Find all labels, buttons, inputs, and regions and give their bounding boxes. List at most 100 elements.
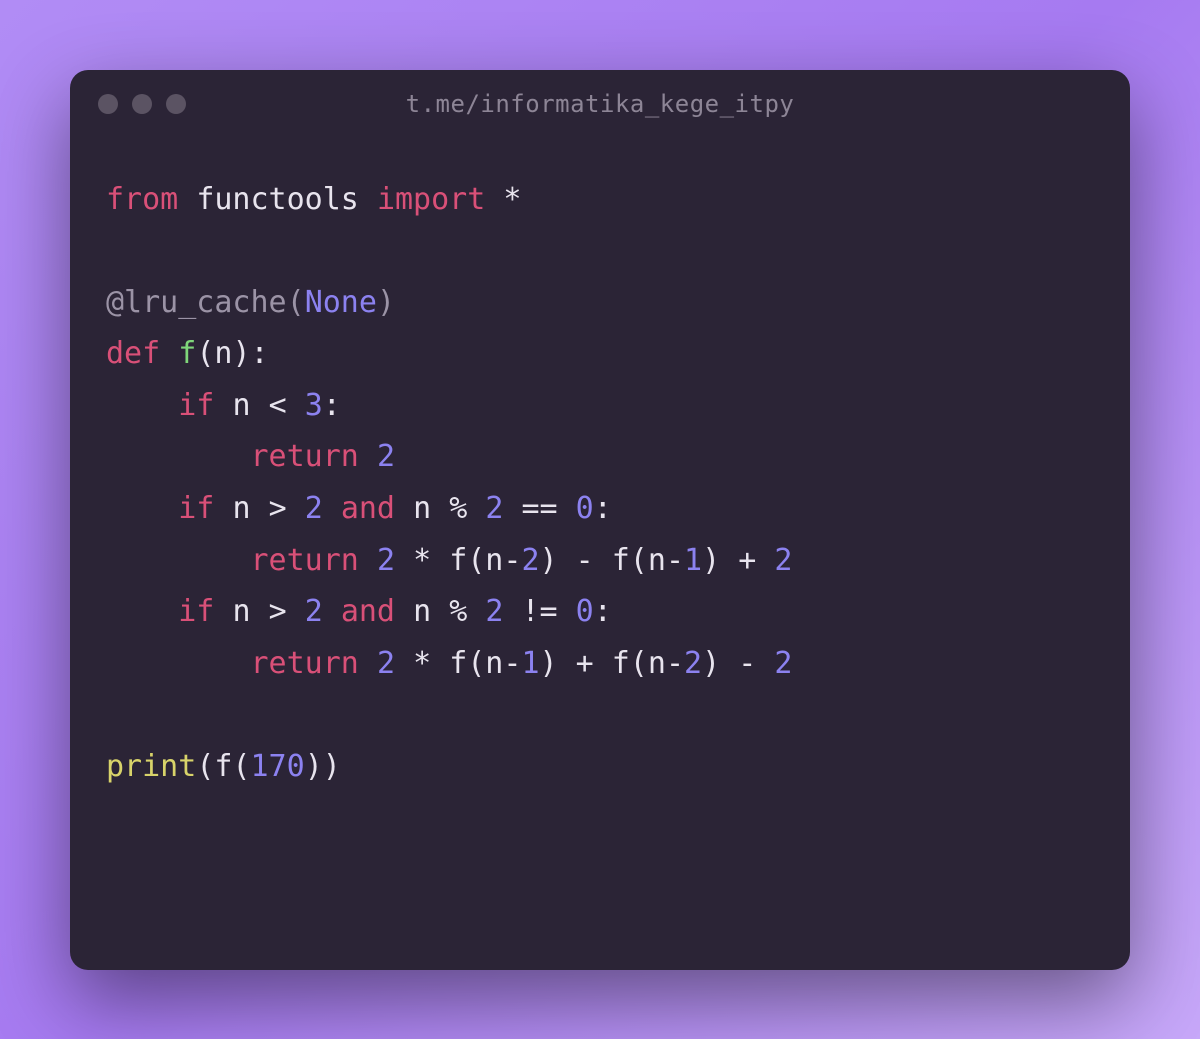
- code-token: [431, 543, 449, 578]
- code-token: ): [702, 543, 720, 578]
- code-token: if: [178, 388, 214, 423]
- code-token: [594, 646, 612, 681]
- code-token: [106, 646, 251, 681]
- code-token: return: [251, 439, 359, 474]
- code-token: n: [413, 594, 431, 629]
- code-token: [106, 439, 251, 474]
- code-token: if: [178, 491, 214, 526]
- code-token: :: [594, 594, 612, 629]
- code-token: [323, 491, 341, 526]
- code-token: 170: [251, 749, 305, 784]
- code-token: from: [106, 182, 178, 217]
- code-token: 2: [377, 646, 395, 681]
- code-token: [558, 491, 576, 526]
- code-token: [359, 646, 377, 681]
- code-token: return: [251, 543, 359, 578]
- code-token: [106, 594, 178, 629]
- code-block: from functools import * @lru_cache(None)…: [106, 174, 1094, 793]
- code-token: -: [666, 543, 684, 578]
- code-token: functools: [196, 182, 359, 217]
- code-token: @lru_cache: [106, 285, 287, 320]
- window-title: t.me/informatika_kege_itpy: [70, 90, 1130, 118]
- code-token: [178, 182, 196, 217]
- code-token: f(n: [449, 543, 503, 578]
- code-token: [106, 491, 178, 526]
- code-token: f: [178, 336, 196, 371]
- code-token: [467, 594, 485, 629]
- code-area: from functools import * @lru_cache(None)…: [70, 138, 1130, 970]
- code-token: -: [738, 646, 756, 681]
- code-token: 2: [774, 646, 792, 681]
- code-token: 3: [305, 388, 323, 423]
- code-token: +: [576, 646, 594, 681]
- code-token: f(n: [612, 543, 666, 578]
- code-token: [503, 491, 521, 526]
- code-token: <: [269, 388, 287, 423]
- code-token: n: [413, 491, 431, 526]
- code-token: -: [576, 543, 594, 578]
- window-titlebar: t.me/informatika_kege_itpy: [70, 70, 1130, 138]
- code-token: [467, 491, 485, 526]
- code-token: [323, 594, 341, 629]
- code-token: [251, 491, 269, 526]
- code-token: [431, 491, 449, 526]
- code-token: 1: [684, 543, 702, 578]
- code-token: if: [178, 594, 214, 629]
- code-token: [503, 594, 521, 629]
- code-token: *: [503, 182, 521, 217]
- code-token: [287, 594, 305, 629]
- code-token: 0: [576, 594, 594, 629]
- code-token: 2: [485, 491, 503, 526]
- code-token: ): [540, 646, 558, 681]
- code-token: n: [214, 336, 232, 371]
- code-token: -: [666, 646, 684, 681]
- code-token: *: [413, 646, 431, 681]
- code-token: 0: [576, 491, 594, 526]
- code-token: [395, 491, 413, 526]
- code-token: [359, 543, 377, 578]
- code-token: [756, 646, 774, 681]
- code-token: [359, 439, 377, 474]
- code-token: :: [323, 388, 341, 423]
- code-token: ==: [521, 491, 557, 526]
- code-token: ): [232, 336, 250, 371]
- code-token: [558, 543, 576, 578]
- code-token: 2: [485, 594, 503, 629]
- code-token: [251, 388, 269, 423]
- code-token: [720, 543, 738, 578]
- code-token: [558, 594, 576, 629]
- code-token: (: [196, 336, 214, 371]
- code-token: [395, 543, 413, 578]
- code-token: )): [305, 749, 341, 784]
- code-token: 2: [774, 543, 792, 578]
- code-token: >: [269, 491, 287, 526]
- code-token: [287, 388, 305, 423]
- code-token: +: [738, 543, 756, 578]
- code-token: [431, 594, 449, 629]
- code-token: [287, 491, 305, 526]
- code-token: n: [232, 594, 250, 629]
- code-token: [485, 182, 503, 217]
- close-icon[interactable]: [98, 94, 118, 114]
- code-token: [431, 646, 449, 681]
- code-token: [720, 646, 738, 681]
- code-token: ): [377, 285, 395, 320]
- code-token: 2: [305, 491, 323, 526]
- maximize-icon[interactable]: [166, 94, 186, 114]
- code-token: 2: [377, 543, 395, 578]
- code-token: and: [341, 491, 395, 526]
- code-token: 2: [305, 594, 323, 629]
- code-token: n: [232, 388, 250, 423]
- code-token: :: [251, 336, 269, 371]
- code-token: and: [341, 594, 395, 629]
- code-token: [106, 543, 251, 578]
- minimize-icon[interactable]: [132, 94, 152, 114]
- code-token: import: [377, 182, 485, 217]
- code-token: *: [413, 543, 431, 578]
- code-token: 1: [521, 646, 539, 681]
- code-token: 2: [521, 543, 539, 578]
- code-token: (: [287, 285, 305, 320]
- code-token: n: [232, 491, 250, 526]
- code-token: [160, 336, 178, 371]
- code-token: return: [251, 646, 359, 681]
